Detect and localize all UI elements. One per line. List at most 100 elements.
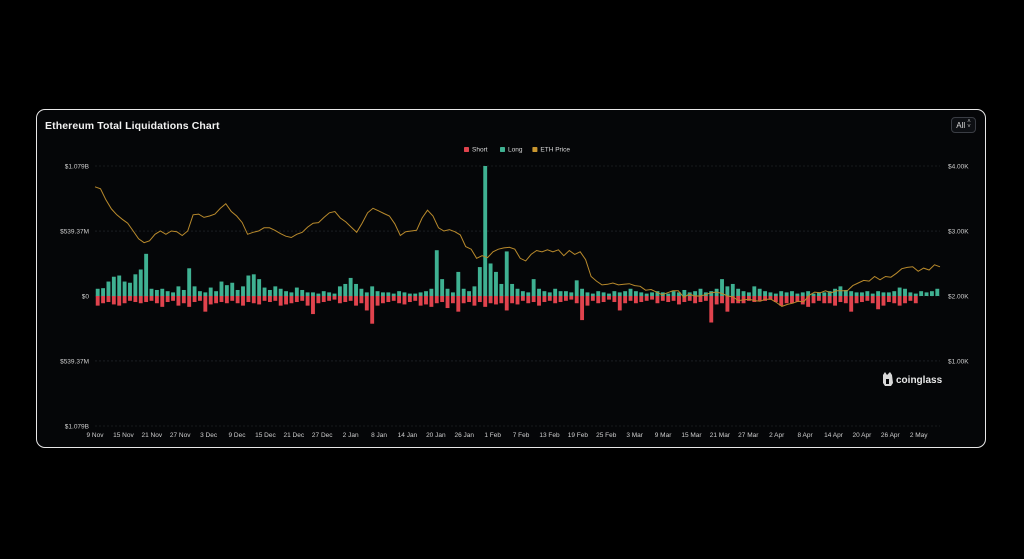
short-bar <box>601 296 606 303</box>
long-bar <box>494 271 498 296</box>
long-bar <box>768 292 773 296</box>
long-bar <box>284 291 289 296</box>
short-bar <box>816 296 821 301</box>
x-tick-label: 21 Nov <box>142 432 163 439</box>
short-bar <box>687 296 692 301</box>
watermark-text: coinglass <box>896 375 943 386</box>
x-tick-label: 20 Jan <box>426 432 446 439</box>
short-bar <box>811 296 816 304</box>
long-bar <box>294 287 299 296</box>
long-bar <box>262 287 267 296</box>
short-bar <box>397 296 402 304</box>
long-bar <box>849 291 854 296</box>
short-bar <box>639 296 644 303</box>
short-bar <box>714 296 719 305</box>
x-tick-label: 14 Jan <box>398 432 418 439</box>
short-bar <box>106 296 111 303</box>
long-bar <box>601 292 606 296</box>
x-tick-label: 27 Nov <box>170 432 191 439</box>
long-bar <box>913 293 918 296</box>
long-bar <box>354 283 358 296</box>
long-bar <box>736 288 741 296</box>
long-bar <box>585 292 590 296</box>
long-bar <box>386 292 391 296</box>
y-axis-left: $1.079B $539.37M $0 $539.37M $1.079B <box>60 163 89 430</box>
long-bar <box>542 291 547 296</box>
long-bar <box>429 288 434 296</box>
short-bar <box>364 296 369 311</box>
short-bar <box>590 296 595 301</box>
long-bar <box>773 293 778 296</box>
long-bar <box>300 289 305 296</box>
long-bar <box>515 288 520 296</box>
short-bar <box>725 296 730 312</box>
short-bar <box>456 296 461 312</box>
long-bar <box>833 288 837 296</box>
long-bar <box>574 280 579 296</box>
coinglass-logo-icon <box>883 372 893 386</box>
short-bar <box>149 296 154 301</box>
x-tick-label: 1 Feb <box>484 432 501 439</box>
long-bar <box>800 292 805 296</box>
short-bar <box>558 296 563 303</box>
short-bar <box>526 296 531 304</box>
long-bar <box>219 281 224 296</box>
long-bar <box>537 288 541 296</box>
long-bar <box>337 286 342 296</box>
long-bar <box>633 291 638 296</box>
long-bar <box>860 292 864 296</box>
short-bar <box>612 296 617 303</box>
short-bar <box>822 296 827 304</box>
x-tick-label: 9 Nov <box>87 432 105 439</box>
short-bar <box>494 296 498 305</box>
x-tick-label: 7 Feb <box>513 432 530 439</box>
long-bar <box>822 292 827 296</box>
long-bar <box>580 288 585 296</box>
short-bar <box>144 296 149 303</box>
short-bar <box>198 296 202 301</box>
short-bar <box>171 296 175 301</box>
short-bar <box>537 296 541 306</box>
short-bar <box>386 296 391 303</box>
long-bar <box>671 291 676 296</box>
short-bar <box>650 296 654 300</box>
long-bar <box>870 293 875 296</box>
long-bar <box>273 286 278 296</box>
long-bar <box>483 166 488 296</box>
short-bar <box>903 296 907 304</box>
short-bar <box>607 296 611 300</box>
short-bar <box>434 296 439 304</box>
short-bar <box>273 296 278 301</box>
short-bar <box>267 296 272 303</box>
long-bar <box>311 292 315 296</box>
long-bar <box>488 263 493 296</box>
short-bar <box>547 296 552 301</box>
short-bar <box>138 296 143 304</box>
x-tick-label: 20 Apr <box>852 432 872 439</box>
y-right-tick-label: $3.00K <box>948 228 969 235</box>
short-bar <box>628 296 633 301</box>
long-bar <box>198 291 202 296</box>
x-tick-label: 13 Feb <box>539 432 560 439</box>
short-bar <box>886 296 891 303</box>
short-bar <box>187 296 192 307</box>
long-bar <box>644 293 649 296</box>
short-bar <box>391 296 396 301</box>
long-bar <box>698 288 703 296</box>
short-bar <box>241 296 245 306</box>
long-bar <box>903 288 907 296</box>
long-bar <box>504 251 509 296</box>
x-tick-label: 26 Apr <box>881 432 901 439</box>
short-bar <box>467 296 471 303</box>
long-bar <box>348 277 353 296</box>
short-bar <box>472 296 477 306</box>
short-bar <box>833 296 837 306</box>
x-tick-label: 8 Apr <box>797 432 813 439</box>
x-tick-label: 27 Dec <box>312 432 333 439</box>
long-bar <box>381 292 385 296</box>
short-bar <box>95 296 100 306</box>
short-bar <box>343 296 348 303</box>
x-tick-label: 15 Nov <box>113 432 134 439</box>
long-bar <box>935 288 940 296</box>
short-bar <box>585 296 590 306</box>
